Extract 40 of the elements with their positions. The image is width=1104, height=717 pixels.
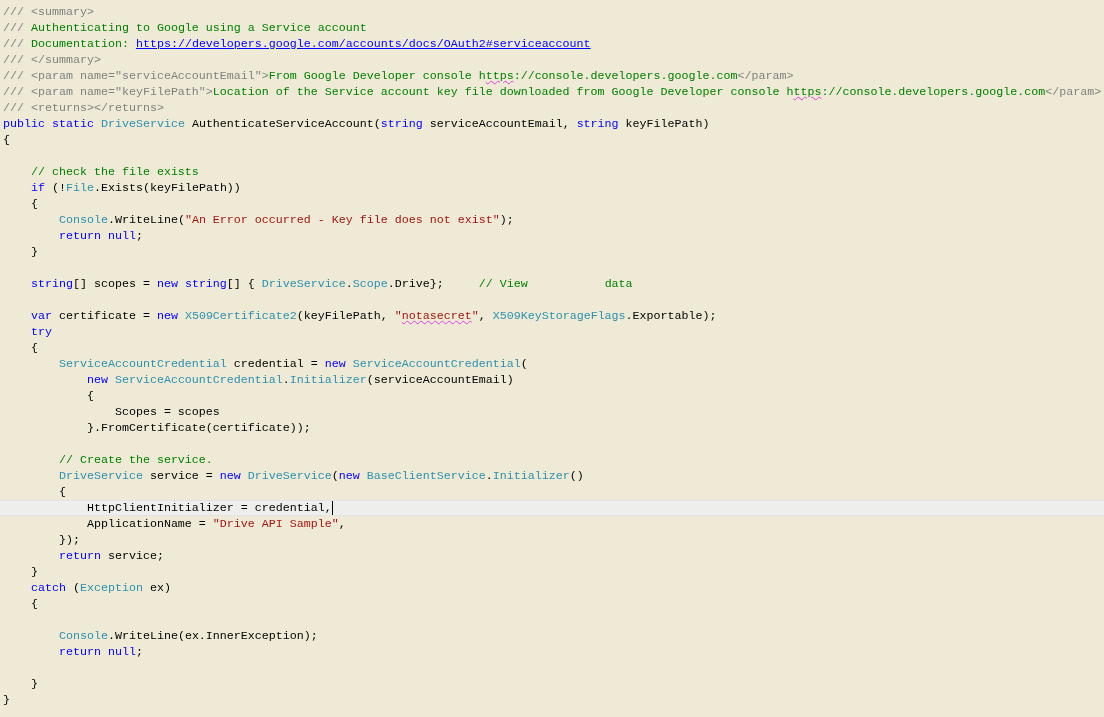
- code-line: public static DriveService AuthenticateServiceAccount(string serviceAccountEmail, string keyFilePath): [3, 116, 710, 132]
- code-line: }.FromCertificate(certificate));: [85, 420, 311, 436]
- code-line: /// Authenticating to Google using a Service account: [3, 20, 367, 36]
- link[interactable]: https://developers.google.com/accounts/docs/OAuth2#serviceaccount: [135, 37, 591, 51]
- code-line: // Create the service.: [57, 452, 213, 468]
- code-line: {: [3, 132, 10, 148]
- code-line: if (!File.Exists(keyFilePath)): [29, 180, 241, 196]
- code-line: // check the file exists: [29, 164, 199, 180]
- code-line: ApplicationName = "Drive API Sample",: [85, 516, 346, 532]
- code-line: Console.WriteLine("An Error occurred - Key file does not exist");: [57, 212, 514, 228]
- code-line: {: [29, 596, 38, 612]
- code-line: Console.WriteLine(ex.InnerException);: [57, 628, 318, 644]
- code-line: Scopes = scopes: [113, 404, 220, 420]
- code-line: DriveService service = new DriveService(new BaseClientService.Initializer(): [57, 468, 584, 484]
- code-line: string[] scopes = new string[] { DriveService.Scope.Drive}; // View data: [29, 276, 633, 292]
- code-line: }: [29, 676, 38, 692]
- text-cursor: [331, 501, 333, 515]
- code-line: catch (Exception ex): [29, 580, 171, 596]
- code-line: {: [29, 340, 38, 356]
- code-line: new ServiceAccountCredential.Initializer(serviceAccountEmail): [85, 372, 514, 388]
- code-line: /// <param name="keyFilePath">Location of the Service account key file downloaded from Google Developer console https://console.developers.google.com</param>: [3, 84, 1102, 100]
- code-line: /// </summary>: [3, 52, 101, 68]
- code-line: return null;: [57, 228, 143, 244]
- code-line: ServiceAccountCredential credential = new ServiceAccountCredential(: [57, 356, 528, 372]
- code-line: /// <returns></returns>: [3, 100, 164, 116]
- code-line: return null;: [57, 644, 143, 660]
- code-line: }: [3, 692, 10, 708]
- code-line: return service;: [57, 548, 164, 564]
- code-line: /// <param name="serviceAccountEmail">From Google Developer console https://console.developers.google.com</param>: [3, 68, 794, 84]
- code-line: }: [29, 244, 38, 260]
- code-line: {: [57, 484, 66, 500]
- code-line: {: [29, 196, 38, 212]
- code-line: {: [85, 388, 94, 404]
- code-line: });: [57, 532, 80, 548]
- code-line: /// <summary>: [3, 4, 94, 20]
- code-line: /// Documentation: https://developers.google.com/accounts/docs/OAuth2#serviceaccount: [3, 36, 591, 52]
- code-line: var certificate = new X509Certificate2(keyFilePath, "notasecret", X509KeyStorageFlags.Exportable);: [29, 308, 717, 324]
- code-line: HttpClientInitializer = credential,: [85, 500, 332, 516]
- code-line: }: [29, 564, 38, 580]
- code-line: try: [29, 324, 52, 340]
